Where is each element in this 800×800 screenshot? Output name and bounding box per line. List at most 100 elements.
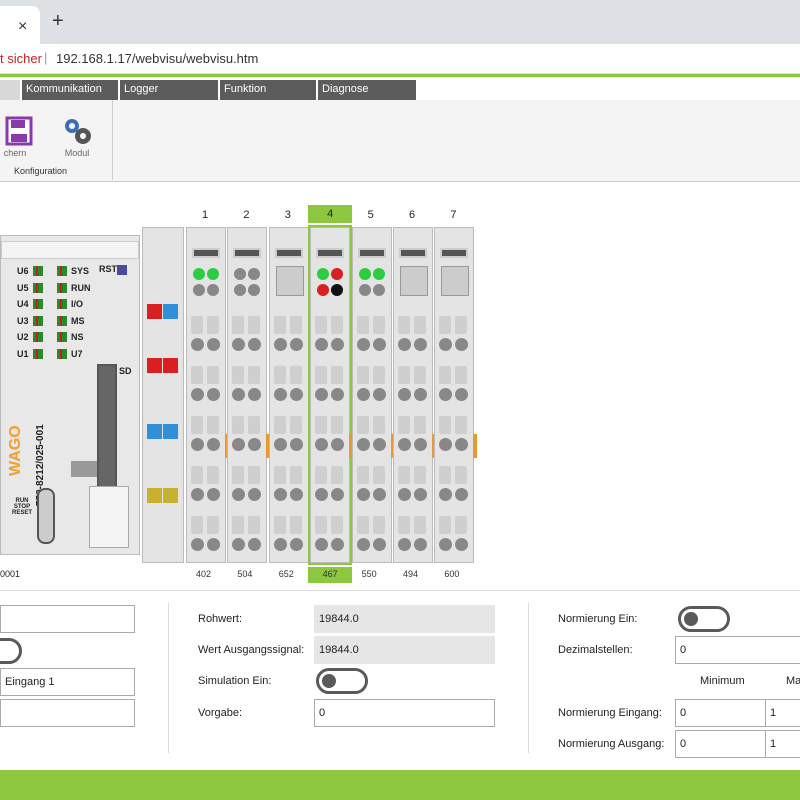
- gears-icon: [65, 119, 91, 144]
- vorgabe-label: Vorgabe:: [198, 707, 243, 719]
- new-tab-button[interactable]: +: [52, 10, 64, 33]
- rst-label: RST: [99, 264, 117, 274]
- security-warning[interactable]: t sicher: [0, 51, 42, 66]
- simulation-toggle[interactable]: [316, 668, 368, 694]
- save-label: chern: [3, 148, 27, 158]
- divider: [528, 603, 529, 753]
- led-indicator: [33, 315, 43, 326]
- address-bar[interactable]: t sicher | 192.168.1.17/webvisu/webvisu.…: [0, 44, 800, 74]
- controller[interactable]: U6 U5 U4 U3 U2 U1 SYS RUN I/O MS NS U7 RST SD WAGO…: [0, 235, 140, 555]
- led-label: U4: [17, 299, 29, 309]
- status-led: U1: [17, 347, 43, 361]
- status-led: U5: [17, 281, 43, 295]
- led-indicator: [33, 332, 43, 342]
- status-led: SYS: [57, 264, 89, 278]
- led-label: U6: [17, 266, 29, 276]
- left-field-3[interactable]: Eingang 1: [0, 668, 135, 696]
- service-port: [89, 486, 129, 548]
- module-number: 7: [450, 209, 457, 221]
- status-led: U6: [17, 264, 43, 278]
- led-label: NS: [71, 332, 84, 342]
- io-module[interactable]: [227, 227, 271, 563]
- io-module[interactable]: [434, 227, 478, 563]
- module-label: 550: [361, 569, 377, 579]
- simulation-label: Simulation Ein:: [198, 675, 272, 687]
- normierung-ein-label: Normierung Ein:: [558, 613, 638, 625]
- save-button[interactable]: chern: [0, 116, 40, 166]
- module-number: 3: [284, 209, 291, 221]
- switch-label: RUN STOP RESET: [11, 498, 32, 516]
- io-module[interactable]: [351, 227, 395, 563]
- module-number: 2: [243, 209, 250, 221]
- left-field-4[interactable]: [0, 699, 135, 727]
- led-label: RUN: [71, 282, 91, 293]
- io-module[interactable]: [268, 227, 312, 563]
- rst-button[interactable]: [117, 265, 127, 275]
- vorgabe-input[interactable]: 0: [314, 699, 495, 727]
- normierung-toggle[interactable]: [678, 606, 730, 632]
- mode-switch[interactable]: [37, 488, 55, 544]
- status-led: U4: [17, 297, 43, 311]
- io-module[interactable]: [186, 227, 229, 563]
- minimum-header: Minimum: [700, 675, 745, 687]
- norm-eingang-max[interactable]: 1: [765, 699, 800, 727]
- led-indicator: [33, 282, 43, 293]
- separator: |: [44, 50, 48, 65]
- module-label: Modul: [64, 148, 90, 158]
- led-label: MS: [71, 315, 85, 326]
- module-label: 504: [237, 569, 253, 579]
- controller-top-slot: [1, 241, 139, 259]
- rohwert-label: Rohwert:: [198, 613, 243, 625]
- led-indicator: [57, 299, 67, 309]
- status-led: NS: [57, 330, 84, 344]
- module-rack: U6 U5 U4 U3 U2 U1 SYS RUN I/O MS NS U7 RST SD WAGO…: [0, 205, 800, 590]
- dezimal-label: Dezimalstellen:: [558, 644, 633, 656]
- divider: [168, 603, 169, 753]
- maximum-header: Ma: [786, 675, 800, 687]
- led-indicator: [57, 266, 67, 276]
- wert-value: 19844.0: [314, 636, 495, 664]
- status-led: U2: [17, 330, 43, 344]
- led-label: U7: [71, 348, 83, 359]
- led-indicator: [57, 315, 67, 326]
- menu-bar: Kommunikation Logger Funktion Diagnose: [0, 80, 420, 100]
- io-module[interactable]: [393, 227, 436, 563]
- io-module[interactable]: [308, 225, 354, 565]
- led-label: I/O: [71, 299, 84, 309]
- led-indicator: [57, 282, 67, 293]
- module-button[interactable]: Modul: [52, 116, 102, 166]
- menu-item-funktion[interactable]: Funktion: [220, 80, 318, 100]
- left-field-1[interactable]: [0, 605, 135, 633]
- accent-line: [0, 74, 800, 77]
- left-toggle[interactable]: [0, 638, 22, 664]
- led-indicator: [33, 266, 43, 276]
- norm-ausgang-max[interactable]: 1: [765, 730, 800, 758]
- norm-eingang-min[interactable]: 0: [675, 699, 767, 727]
- url-text[interactable]: 192.168.1.17/webvisu/webvisu.htm: [56, 51, 258, 66]
- module-number: 1: [202, 209, 209, 221]
- status-led: RUN: [57, 281, 91, 295]
- led-indicator: [57, 348, 67, 359]
- led-label: U1: [17, 348, 29, 359]
- led-label: U5: [17, 282, 29, 293]
- connector: [71, 461, 97, 477]
- led-label: U2: [17, 332, 29, 342]
- module-number: 4: [308, 205, 353, 223]
- menu-item-logger[interactable]: Logger: [120, 80, 220, 100]
- module-label: 467: [308, 567, 353, 583]
- dezimal-input[interactable]: 0: [675, 636, 800, 664]
- module-number: 5: [367, 209, 374, 221]
- menu-item-kommunikation[interactable]: Kommunikation: [22, 80, 120, 100]
- browser-tab[interactable]: ×: [0, 6, 40, 44]
- close-icon[interactable]: ×: [18, 18, 27, 36]
- menu-item-diagnose[interactable]: Diagnose: [318, 80, 418, 100]
- norm-ausgang-min[interactable]: 0: [675, 730, 767, 758]
- footer-bar: [0, 770, 800, 800]
- sd-card-slot: [97, 364, 117, 504]
- ribbon-group-label: Konfiguration: [14, 166, 68, 176]
- module-label: 600: [444, 569, 460, 579]
- ribbon-divider: [112, 100, 113, 180]
- menu-item-active[interactable]: [0, 80, 22, 100]
- power-segment[interactable]: [142, 227, 184, 563]
- module-label: 652: [278, 569, 294, 579]
